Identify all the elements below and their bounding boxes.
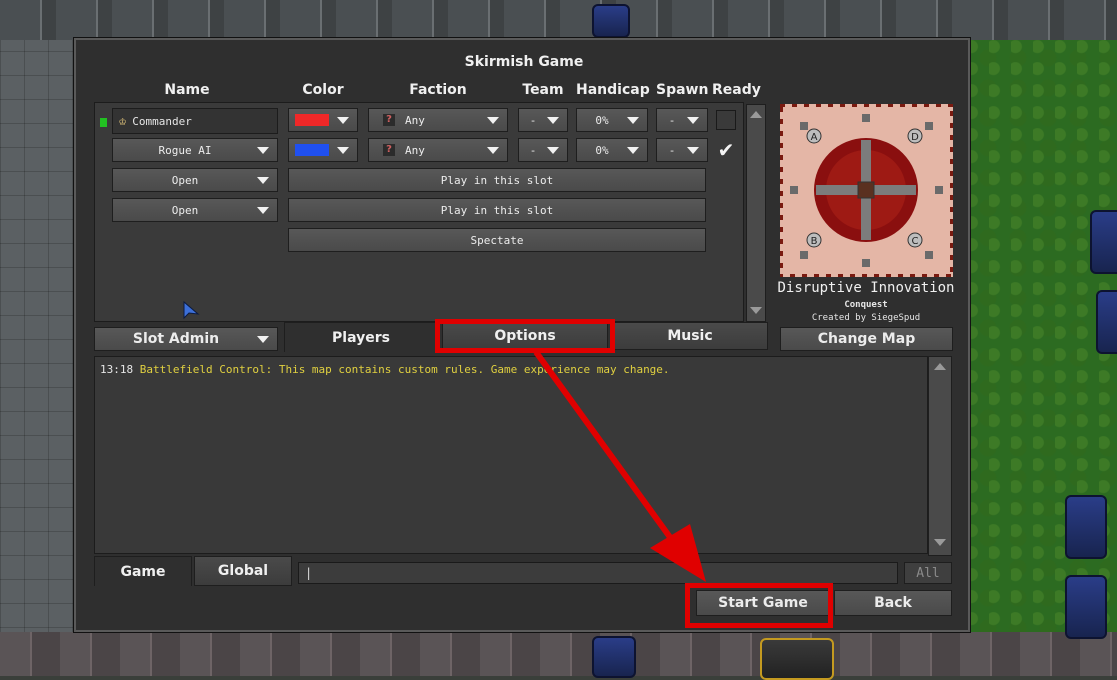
annotation-arrow bbox=[533, 350, 706, 582]
